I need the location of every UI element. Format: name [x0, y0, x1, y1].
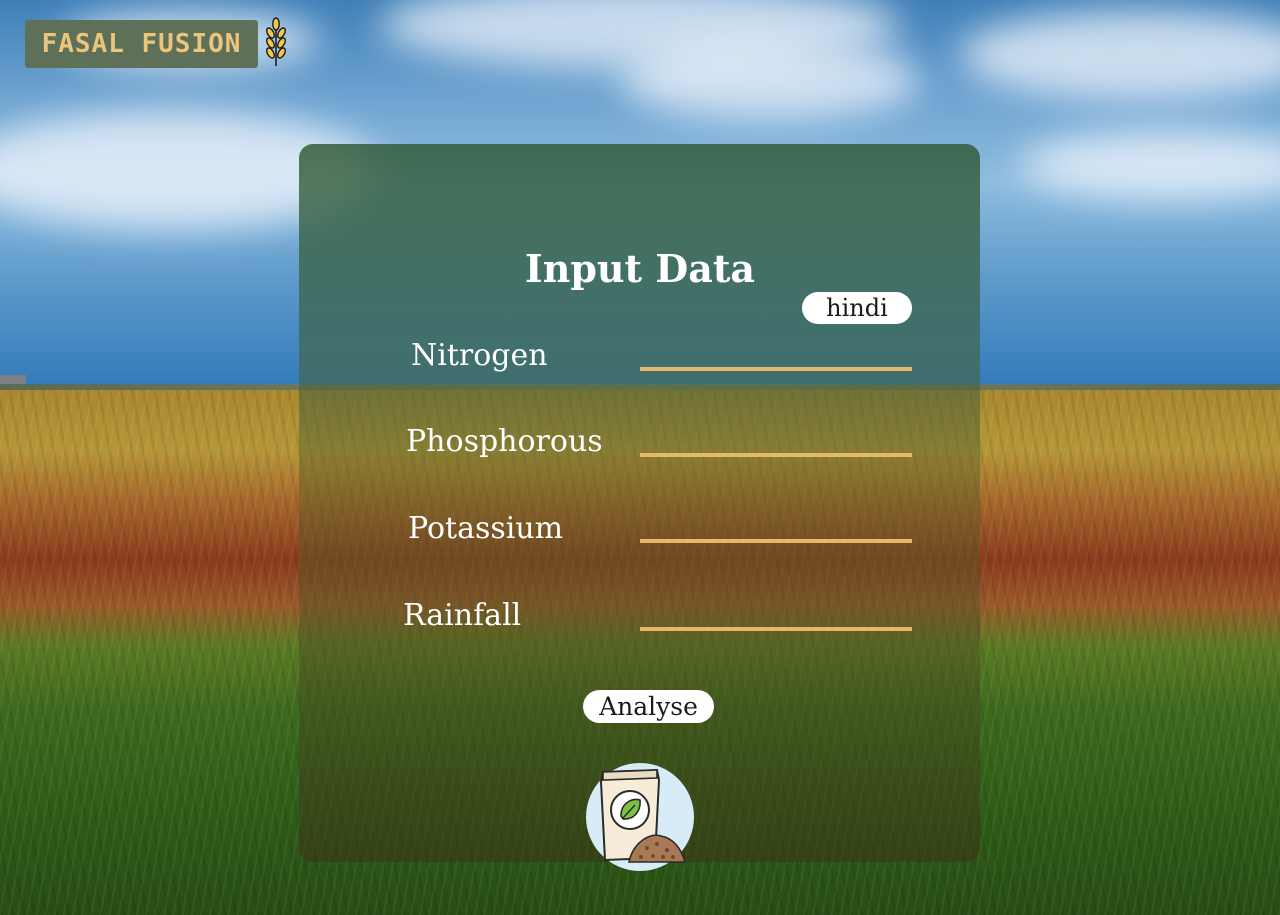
rainfall-label: Rainfall [403, 598, 522, 633]
phosphorous-label: Phosphorous [406, 424, 603, 459]
app-logo-text: FASAL FUSION [41, 29, 242, 59]
fertilizer-bag-icon [586, 763, 694, 871]
phosphorous-input[interactable] [640, 429, 912, 457]
potassium-label: Potassium [408, 511, 564, 546]
nitrogen-input[interactable] [640, 343, 912, 371]
potassium-input[interactable] [640, 515, 912, 543]
analyse-button[interactable]: Analyse [583, 690, 714, 723]
rainfall-input[interactable] [640, 603, 912, 631]
language-toggle-button[interactable]: hindi [802, 292, 912, 324]
nitrogen-label: Nitrogen [411, 338, 548, 373]
wheat-icon [266, 17, 286, 66]
app-logo[interactable]: FASAL FUSION [25, 20, 258, 68]
form-title: Input Data [524, 246, 756, 291]
